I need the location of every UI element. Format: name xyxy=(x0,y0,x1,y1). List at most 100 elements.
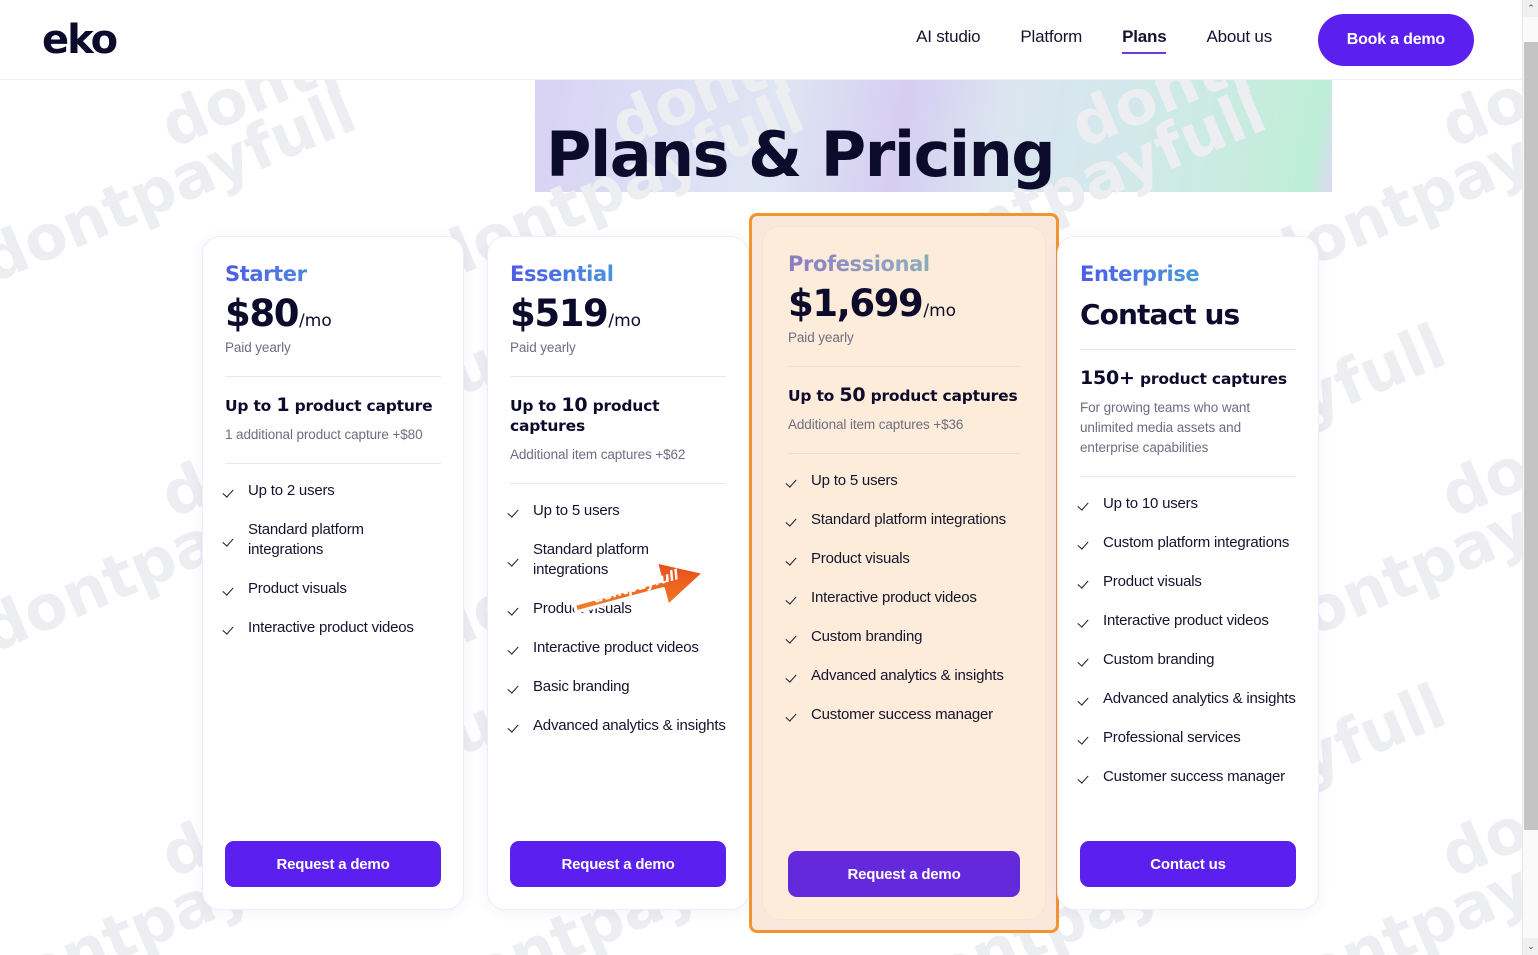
eko-logo[interactable]: eko xyxy=(42,20,118,60)
capture-line: 150+ product captures xyxy=(1080,368,1296,389)
check-icon xyxy=(788,553,800,565)
feature-label: Advanced analytics & insights xyxy=(811,667,1004,684)
feature-label: Customer success manager xyxy=(1103,768,1285,785)
nav-item-about-us[interactable]: About us xyxy=(1206,27,1272,54)
browser-scrollbar[interactable]: ⌃ ⌄ xyxy=(1522,0,1538,955)
capture-description: For growing teams who want unlimited med… xyxy=(1080,400,1250,455)
billing-note: Paid yearly xyxy=(788,330,854,345)
plan-card-essential[interactable]: Essential $519 /mo Paid yearly Up to 10 … xyxy=(487,236,749,910)
nav-item-platform[interactable]: Platform xyxy=(1020,27,1082,54)
price-amount: $519 xyxy=(510,292,609,335)
feature-label: Up to 5 users xyxy=(811,472,898,489)
feature-label: Interactive product videos xyxy=(811,589,977,606)
feature-list: Up to 5 users Standard platform integrat… xyxy=(510,484,726,736)
capture-block: 150+ product captures For growing teams … xyxy=(1080,350,1296,477)
plan-price: $519 /mo xyxy=(510,295,726,332)
check-icon xyxy=(225,622,237,634)
feature-item: Interactive product videos xyxy=(1080,611,1296,631)
feature-label: Product visuals xyxy=(533,600,632,617)
feature-item: Customer success manager xyxy=(788,705,1020,725)
main-navigation: AI studio Platform Plans About us xyxy=(916,27,1272,54)
nav-item-ai-studio[interactable]: AI studio xyxy=(916,27,981,54)
feature-item: Up to 2 users xyxy=(225,481,441,501)
capture-line: Up to 1 product capture xyxy=(225,395,441,416)
check-icon xyxy=(1080,498,1092,510)
feature-label: Standard platform integrations xyxy=(248,521,364,558)
request-a-demo-button[interactable]: Request a demo xyxy=(510,841,726,887)
nav-item-plans[interactable]: Plans xyxy=(1122,27,1167,54)
feature-label: Up to 5 users xyxy=(533,502,620,519)
capture-line: Up to 50 product captures xyxy=(788,385,1020,406)
feature-item: Professional services xyxy=(1080,728,1296,748)
plan-name: Essential xyxy=(510,261,726,287)
feature-item: Customer success manager xyxy=(1080,767,1296,787)
feature-item: Custom platform integrations xyxy=(1080,533,1296,553)
check-icon xyxy=(225,485,237,497)
check-icon xyxy=(225,583,237,595)
capture-prefix: Up to xyxy=(510,397,562,415)
feature-list: Up to 2 users Standard platform integrat… xyxy=(225,464,441,638)
check-icon xyxy=(1080,537,1092,549)
capture-suffix: product captures xyxy=(1134,370,1287,388)
contact-us-button[interactable]: Contact us xyxy=(1080,841,1296,887)
feature-label: Product visuals xyxy=(811,550,910,567)
check-icon xyxy=(788,670,800,682)
browser-viewport: dontpayfull dontpayfull dontpayfull dontpay… xyxy=(0,0,1538,955)
check-icon xyxy=(788,631,800,643)
feature-item: Up to 10 users xyxy=(1080,494,1296,514)
plan-card-wrapper-essential: Essential $519 /mo Paid yearly Up to 10 … xyxy=(487,236,749,910)
check-icon xyxy=(1080,693,1092,705)
feature-label: Basic branding xyxy=(533,678,630,695)
plan-card-enterprise[interactable]: Enterprise Contact us 150+ product captu… xyxy=(1057,236,1319,910)
plan-name: Starter xyxy=(225,261,441,287)
capture-block: Up to 10 product captures Additional ite… xyxy=(510,377,726,484)
request-a-demo-button[interactable]: Request a demo xyxy=(788,851,1020,897)
feature-label: Interactive product videos xyxy=(1103,612,1269,629)
plan-card-starter[interactable]: Starter $80 /mo Paid yearly Up to 1 prod… xyxy=(202,236,464,910)
book-a-demo-button[interactable]: Book a demo xyxy=(1317,14,1474,66)
feature-label: Interactive product videos xyxy=(533,639,699,656)
plan-card-professional[interactable]: Professional $1,699 /mo Paid yearly Up t… xyxy=(762,226,1046,920)
feature-item: Custom branding xyxy=(788,627,1020,647)
plan-card-wrapper-professional: Professional $1,699 /mo Paid yearly Up t… xyxy=(749,213,1059,933)
feature-item: Product visuals xyxy=(510,599,726,619)
check-icon xyxy=(1080,771,1092,783)
feature-item: Product visuals xyxy=(225,579,441,599)
plan-price: $1,699 /mo xyxy=(788,285,1020,322)
feature-label: Product visuals xyxy=(1103,573,1202,590)
feature-item: Advanced analytics & insights xyxy=(1080,689,1296,709)
billing-note: Paid yearly xyxy=(510,340,576,355)
feature-label: Standard platform integrations xyxy=(811,511,1006,528)
request-a-demo-button[interactable]: Request a demo xyxy=(225,841,441,887)
capture-suffix: product captures xyxy=(865,387,1018,405)
capture-count: 1 xyxy=(276,394,290,416)
check-icon xyxy=(510,554,522,566)
scroll-down-arrow-icon[interactable]: ⌄ xyxy=(1523,938,1538,955)
feature-item: Interactive product videos xyxy=(510,638,726,658)
feature-label: Standard platform integrations xyxy=(533,541,649,578)
feature-item: Product visuals xyxy=(1080,572,1296,592)
feature-label: Professional services xyxy=(1103,729,1241,746)
check-icon xyxy=(1080,576,1092,588)
capture-block: Up to 50 product captures Additional ite… xyxy=(788,367,1020,454)
price-amount: $1,699 xyxy=(788,282,924,325)
capture-sub-note: Additional item captures +$62 xyxy=(510,447,686,462)
plan-card-wrapper-starter: Starter $80 /mo Paid yearly Up to 1 prod… xyxy=(202,236,464,910)
capture-count: 150+ xyxy=(1080,367,1135,389)
feature-label: Advanced analytics & insights xyxy=(1103,690,1296,707)
scroll-up-arrow-icon[interactable]: ⌃ xyxy=(1523,0,1538,17)
check-icon xyxy=(788,475,800,487)
feature-item: Advanced analytics & insights xyxy=(788,666,1020,686)
check-icon xyxy=(510,720,522,732)
feature-label: Custom branding xyxy=(811,628,923,645)
check-icon xyxy=(1080,654,1092,666)
feature-item: Advanced analytics & insights xyxy=(510,716,726,736)
check-icon xyxy=(1080,615,1092,627)
price-period: /mo xyxy=(299,311,332,331)
feature-item: Product visuals xyxy=(788,549,1020,569)
scrollbar-thumb[interactable] xyxy=(1524,42,1538,830)
feature-item: Custom branding xyxy=(1080,650,1296,670)
feature-list: Up to 10 users Custom platform integrati… xyxy=(1080,477,1296,787)
capture-count: 50 xyxy=(839,384,866,406)
capture-sub-note: Additional item captures +$36 xyxy=(788,417,964,432)
